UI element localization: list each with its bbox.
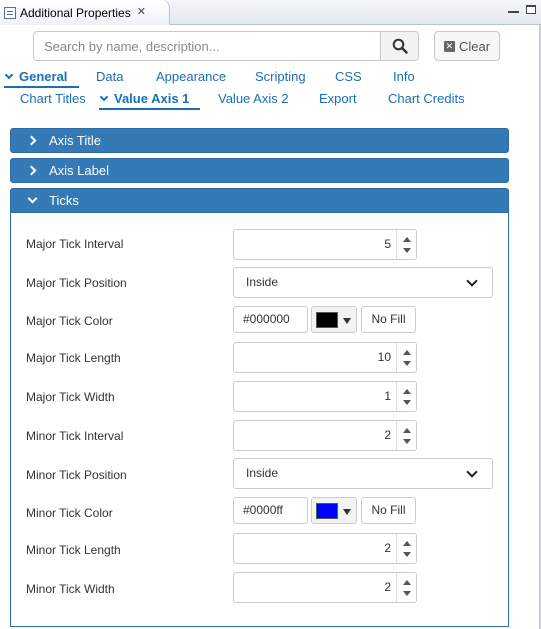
major-tick-interval-label: Major Tick Interval bbox=[26, 237, 124, 251]
major-tick-length-stepper[interactable]: 10 bbox=[233, 342, 417, 373]
tab-value-axis-2[interactable]: Value Axis 2 bbox=[218, 90, 289, 110]
tab-data[interactable]: Data bbox=[96, 68, 123, 88]
chevron-down-icon bbox=[99, 92, 109, 102]
major-tick-interval-value[interactable]: 5 bbox=[384, 230, 391, 259]
stepper-arrows bbox=[396, 343, 416, 372]
minor-tick-length-label: Minor Tick Length bbox=[26, 543, 121, 557]
major-tick-position-select[interactable]: Inside bbox=[233, 267, 493, 298]
spin-up-icon[interactable] bbox=[403, 580, 411, 585]
section-title: Axis Title bbox=[49, 133, 102, 148]
major-tick-width-label: Major Tick Width bbox=[26, 390, 115, 404]
tab-general-label: General bbox=[19, 69, 68, 84]
chevron-down-icon bbox=[27, 193, 38, 204]
tab-chart-titles[interactable]: Chart Titles bbox=[20, 90, 86, 110]
spin-up-icon[interactable] bbox=[403, 428, 411, 433]
minimize-icon[interactable] bbox=[508, 5, 519, 13]
major-tick-position-value: Inside bbox=[246, 275, 279, 289]
major-tick-width-stepper[interactable]: 1 bbox=[233, 381, 417, 412]
spin-up-icon[interactable] bbox=[403, 350, 411, 355]
minor-tick-color-picker[interactable] bbox=[311, 497, 357, 524]
major-tick-position-label: Major Tick Position bbox=[26, 276, 127, 290]
major-tick-color-input[interactable]: #000000 bbox=[233, 306, 308, 333]
minor-tick-interval-label: Minor Tick Interval bbox=[26, 429, 124, 443]
close-icon[interactable]: ✕ bbox=[137, 7, 146, 18]
chevron-right-icon bbox=[26, 165, 37, 176]
major-tick-length-value[interactable]: 10 bbox=[378, 343, 391, 372]
section-axis-title-header[interactable]: Axis Title bbox=[10, 128, 509, 153]
primary-tab-row: General Data Appearance Scripting CSS In… bbox=[0, 68, 541, 88]
view-tabbar: Additional Properties ✕ bbox=[0, 0, 541, 25]
caret-down-icon bbox=[343, 509, 351, 515]
tab-appearance[interactable]: Appearance bbox=[156, 68, 226, 88]
spin-up-icon[interactable] bbox=[403, 389, 411, 394]
major-tick-color-label: Major Tick Color bbox=[26, 314, 113, 328]
spin-up-icon[interactable] bbox=[403, 237, 411, 242]
tab-value-axis-1[interactable]: Value Axis 1 bbox=[99, 90, 200, 110]
chevron-down-icon bbox=[4, 70, 14, 80]
stepper-arrows bbox=[396, 421, 416, 450]
search-button[interactable] bbox=[380, 32, 418, 60]
tab-general[interactable]: General bbox=[4, 68, 79, 88]
minor-tick-position-select[interactable]: Inside bbox=[233, 458, 493, 489]
search-input[interactable] bbox=[34, 32, 380, 60]
minor-tick-position-label: Minor Tick Position bbox=[26, 468, 127, 482]
spin-down-icon[interactable] bbox=[403, 248, 411, 253]
chevron-down-icon bbox=[466, 275, 478, 287]
minor-tick-interval-value[interactable]: 2 bbox=[384, 421, 391, 450]
clear-button-label: Clear bbox=[458, 38, 491, 54]
view-tab-additional-properties[interactable]: Additional Properties ✕ bbox=[0, 0, 170, 25]
minor-tick-position-value: Inside bbox=[246, 466, 279, 480]
tab-css[interactable]: CSS bbox=[335, 68, 362, 88]
section-axis-label-header[interactable]: Axis Label bbox=[10, 158, 509, 183]
spin-down-icon[interactable] bbox=[403, 400, 411, 405]
section-title: Axis Label bbox=[49, 163, 109, 178]
spin-down-icon[interactable] bbox=[403, 361, 411, 366]
minor-tick-no-fill-button[interactable]: No Fill bbox=[361, 497, 416, 524]
stepper-arrows bbox=[396, 382, 416, 411]
section-ticks-header[interactable]: Ticks bbox=[10, 188, 509, 213]
stepper-arrows bbox=[396, 230, 416, 259]
secondary-tab-row: Chart Titles Value Axis 1 Value Axis 2 E… bbox=[0, 90, 541, 110]
minor-tick-interval-stepper[interactable]: 2 bbox=[233, 420, 417, 451]
minor-tick-length-stepper[interactable]: 2 bbox=[233, 533, 417, 564]
major-tick-interval-stepper[interactable]: 5 bbox=[233, 229, 417, 260]
major-tick-width-value[interactable]: 1 bbox=[384, 382, 391, 411]
clear-button[interactable]: ✕ Clear bbox=[434, 31, 500, 61]
maximize-icon[interactable] bbox=[526, 5, 536, 14]
minor-tick-color-input[interactable]: #0000ff bbox=[233, 497, 308, 524]
section-title: Ticks bbox=[49, 193, 79, 208]
major-tick-length-label: Major Tick Length bbox=[26, 351, 121, 365]
minor-tick-length-value[interactable]: 2 bbox=[384, 534, 391, 563]
tab-info[interactable]: Info bbox=[393, 68, 415, 88]
minor-tick-width-label: Minor Tick Width bbox=[26, 582, 115, 596]
spin-down-icon[interactable] bbox=[403, 552, 411, 557]
major-tick-no-fill-button[interactable]: No Fill bbox=[361, 306, 416, 333]
clear-x-icon: ✕ bbox=[443, 40, 455, 52]
minor-tick-color-label: Minor Tick Color bbox=[26, 506, 113, 520]
chevron-down-icon bbox=[466, 466, 478, 478]
search-box bbox=[33, 31, 419, 61]
major-tick-color-picker[interactable] bbox=[311, 306, 357, 333]
properties-view-icon bbox=[4, 6, 16, 19]
view-tab-title: Additional Properties bbox=[20, 5, 131, 20]
stepper-arrows bbox=[396, 573, 416, 602]
minor-tick-width-stepper[interactable]: 2 bbox=[233, 572, 417, 603]
spin-down-icon[interactable] bbox=[403, 591, 411, 596]
minor-tick-width-value[interactable]: 2 bbox=[384, 573, 391, 602]
color-swatch bbox=[316, 503, 338, 519]
tab-scripting[interactable]: Scripting bbox=[255, 68, 306, 88]
color-swatch bbox=[316, 312, 338, 328]
chevron-right-icon bbox=[26, 135, 37, 146]
tab-chart-credits[interactable]: Chart Credits bbox=[388, 90, 465, 110]
spin-down-icon[interactable] bbox=[403, 439, 411, 444]
search-icon bbox=[392, 38, 408, 54]
spin-up-icon[interactable] bbox=[403, 541, 411, 546]
caret-down-icon bbox=[343, 318, 351, 324]
tab-value-axis-1-label: Value Axis 1 bbox=[114, 91, 190, 106]
tab-export[interactable]: Export bbox=[319, 90, 357, 110]
stepper-arrows bbox=[396, 534, 416, 563]
